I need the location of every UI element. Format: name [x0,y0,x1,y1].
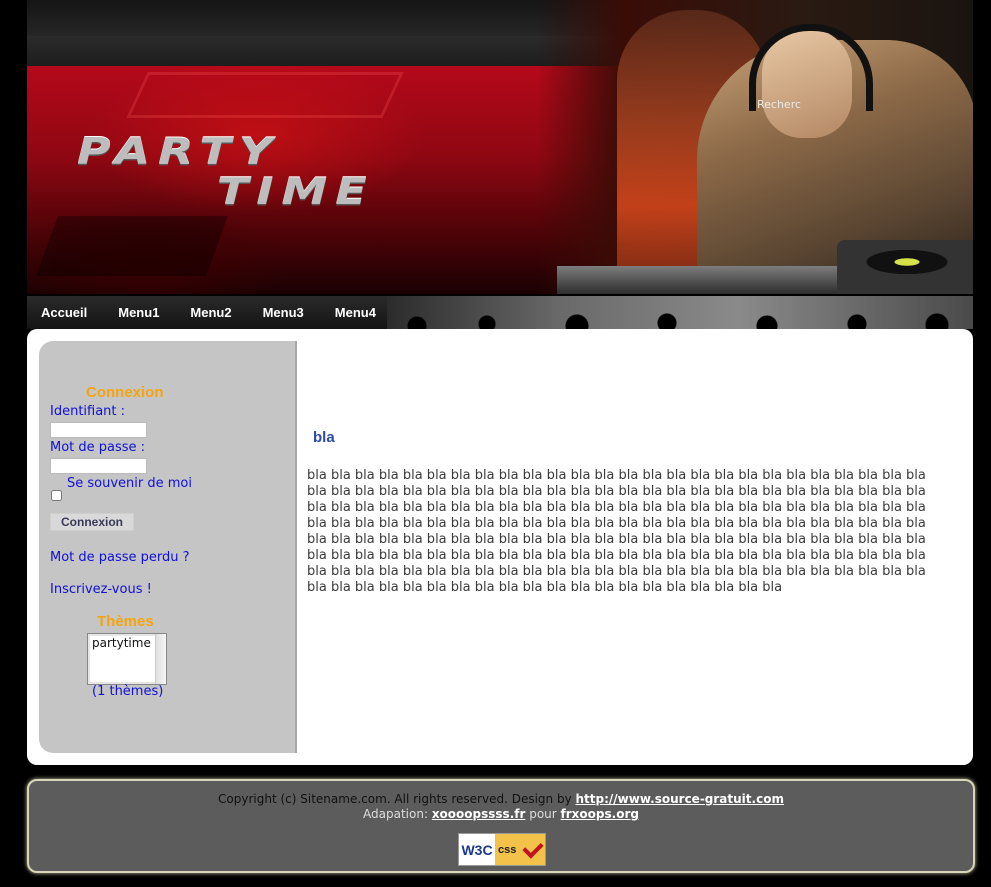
sidebar: Connexion Identifiant : Mot de passe : S… [39,341,297,753]
password-field[interactable] [50,458,147,474]
pour-text: pour [529,807,557,821]
footer-copyright-line: Copyright (c) Sitename.com. All rights r… [29,792,973,806]
login-title: Connexion [86,384,164,401]
article-body: bla bla bla bla bla bla bla bla bla bla … [307,468,926,595]
nav-item-menu2[interactable]: Menu2 [190,296,231,329]
design-link[interactable]: http://www.source-gratuit.com [576,792,784,806]
dj-party-photo [537,0,973,294]
logo-line2: TIME [217,169,375,213]
checkmark-icon [522,837,544,859]
content-area: Connexion Identifiant : Mot de passe : S… [27,329,973,765]
site-logo: PARTY TIME [77,128,375,214]
footer-adaptation-line: Adapation: xoooopssss.fr pour frxoops.or… [29,807,973,821]
page-wrapper: PARTY TIME Recherc Accueil Menu1 Menu2 M… [27,0,975,873]
turntable-icon [837,240,973,294]
banner-decoration [126,72,404,118]
nav-item-accueil[interactable]: Accueil [41,296,87,329]
register-link[interactable]: Inscrivez-vous ! [50,582,152,597]
lost-password-link[interactable]: Mot de passe perdu ? [50,550,190,565]
frxoops-link[interactable]: frxoops.org [561,807,639,821]
nav-item-menu1[interactable]: Menu1 [118,296,159,329]
username-label: Identifiant : [50,404,126,419]
site-header: PARTY TIME Recherc [27,0,973,294]
username-field[interactable] [50,422,147,438]
css-label: css [495,834,545,865]
themes-title: Thèmes [97,613,154,630]
main-nav: Accueil Menu1 Menu2 Menu3 Menu4 [27,296,973,329]
article-title: bla [313,429,335,446]
search-label[interactable]: Recherc [757,98,801,111]
login-button[interactable]: Connexion [50,513,134,531]
site-footer: Copyright (c) Sitename.com. All rights r… [27,779,975,873]
themes-count: (1 thèmes) [92,684,164,699]
remember-me-label[interactable]: Se souvenir de moi [67,476,192,491]
logo-line1: PARTY [77,129,281,173]
password-label: Mot de passe : [50,440,146,455]
crowd-silhouette [387,296,973,329]
theme-scrollbar[interactable] [155,634,166,684]
nav-item-menu4[interactable]: Menu4 [335,296,376,329]
w3c-logo: W3C [461,841,493,858]
copyright-text: Copyright (c) Sitename.com. All rights r… [218,792,572,806]
w3c-css-badge[interactable]: W3C css [458,833,546,866]
nav-item-menu3[interactable]: Menu3 [263,296,304,329]
banner-decoration [36,216,228,276]
remember-me-checkbox[interactable] [51,490,62,501]
adaptation-link[interactable]: xoooopssss.fr [432,807,526,821]
theme-select[interactable]: partytime [87,633,167,685]
adaptation-label: Adapation: [363,807,428,821]
css-text: css [498,843,517,856]
main-content: bla bla bla bla bla bla bla bla bla bla … [307,329,967,765]
